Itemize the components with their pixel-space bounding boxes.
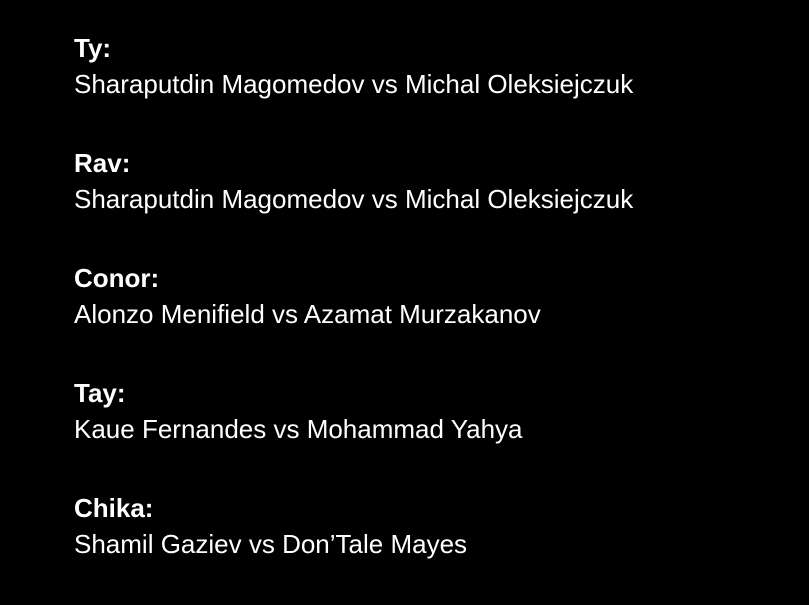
picker-name: Conor:	[74, 263, 160, 293]
picked-fight: Shamil Gaziev vs Don’Tale Mayes	[74, 529, 468, 559]
picker-name: Rav:	[74, 148, 131, 178]
picked-fight: Kaue Fernandes vs Mohammad Yahya	[74, 414, 523, 444]
picked-fight: Sharaputdin Magomedov vs Michal Oleksiej…	[74, 69, 634, 99]
picker-name: Chika:	[74, 493, 154, 523]
pick-entry-conor: Conor: Alonzo Menifield vs Azamat Murzak…	[74, 260, 794, 375]
pick-entry-chika: Chika: Shamil Gaziev vs Don’Tale Mayes	[74, 490, 794, 605]
picked-fight: Sharaputdin Magomedov vs Michal Oleksiej…	[74, 184, 634, 214]
pick-entry-rav: Rav: Sharaputdin Magomedov vs Michal Ole…	[74, 145, 794, 260]
picks-list: Ty: Sharaputdin Magomedov vs Michal Olek…	[74, 30, 794, 605]
pick-entry-tay: Tay: Kaue Fernandes vs Mohammad Yahya	[74, 375, 794, 490]
picked-fight: Alonzo Menifield vs Azamat Murzakanov	[74, 299, 541, 329]
pick-entry-ty: Ty: Sharaputdin Magomedov vs Michal Olek…	[74, 30, 794, 145]
picker-name: Tay:	[74, 378, 126, 408]
picker-name: Ty:	[74, 33, 112, 63]
